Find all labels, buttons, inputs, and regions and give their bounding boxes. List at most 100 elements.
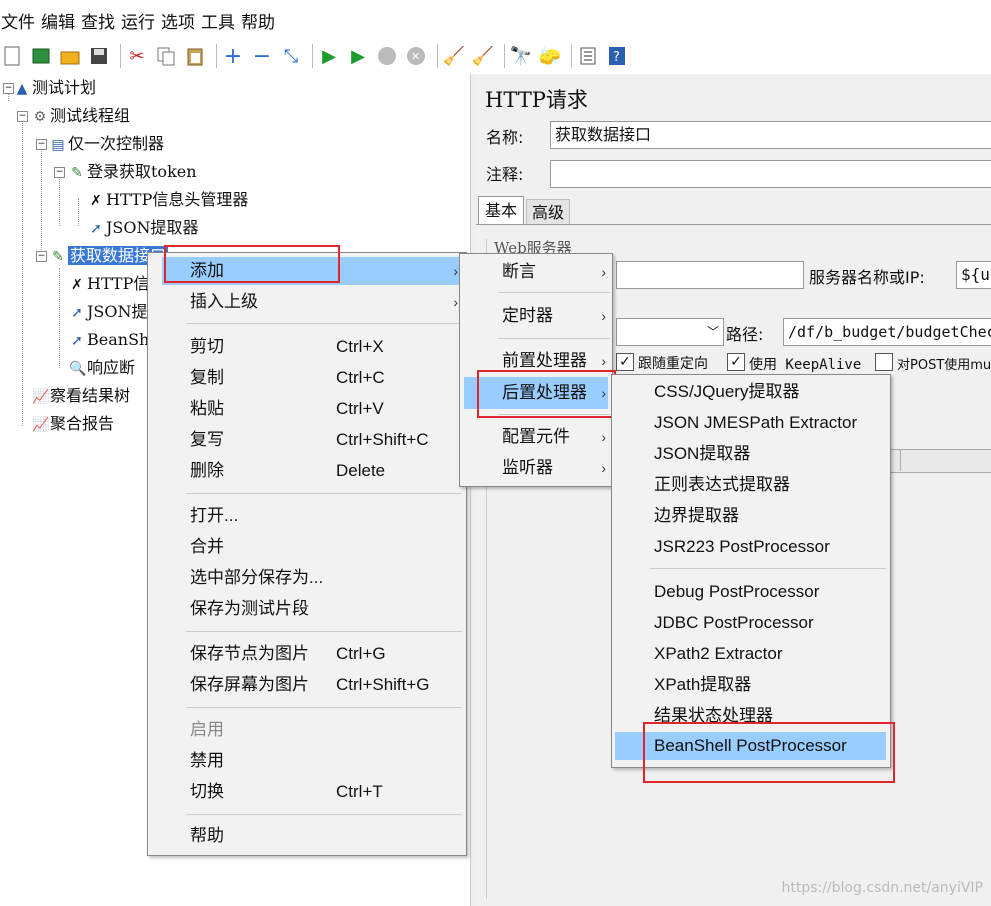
new-icon[interactable] xyxy=(0,44,24,68)
highlight-annotation xyxy=(643,722,895,783)
post-multipart-checkbox[interactable] xyxy=(875,353,893,371)
menu-item-copy[interactable]: 复制 Ctrl+C xyxy=(190,364,460,392)
paste-icon[interactable] xyxy=(183,44,207,68)
open-icon[interactable] xyxy=(58,44,82,68)
follow-redirect-checkbox[interactable]: ✓ xyxy=(616,353,634,371)
post-processor-icon: ➚ xyxy=(71,333,83,349)
chevron-down-icon: ﹀ xyxy=(706,325,719,339)
tree-node-json-extractor-2[interactable]: ➚ JSON提 xyxy=(69,299,147,325)
menu-help[interactable]: 帮助 xyxy=(240,9,280,37)
menu-run[interactable]: 运行 xyxy=(120,9,160,37)
tree-node-beanshell[interactable]: ➚ BeanSh xyxy=(69,327,149,353)
menu-item-disable[interactable]: 禁用 xyxy=(190,747,224,775)
tree-node-test-plan[interactable]: ▲ 测试计划 xyxy=(14,75,96,101)
start-icon[interactable]: ▶ xyxy=(317,44,341,68)
menu-item-save-node-image[interactable]: 保存节点为图片 Ctrl+G xyxy=(190,640,460,668)
tree-node-json-extractor[interactable]: ➚ JSON提取器 xyxy=(88,215,198,241)
collapse-toggle[interactable]: − xyxy=(17,111,28,122)
save-icon[interactable] xyxy=(87,44,111,68)
clear-icon[interactable]: 🧹 xyxy=(442,44,466,68)
menubar: 文件 编辑 查找 运行 选项 工具 帮助 xyxy=(0,9,280,37)
menu-item-insert-parent[interactable]: 插入上级 › xyxy=(162,288,462,316)
menu-item-jdbc[interactable]: JDBC PostProcessor xyxy=(654,609,814,637)
server-field[interactable]: ${ur xyxy=(956,261,991,289)
function-helper-icon[interactable] xyxy=(576,44,600,68)
collapse-toggle[interactable]: − xyxy=(36,139,47,150)
menu-item-merge[interactable]: 合并 xyxy=(190,533,224,561)
context-menu: 添加 › 插入上级 › 剪切 Ctrl+X 复制 Ctrl+C 粘贴 Ctrl+V 复写 C… xyxy=(147,252,467,856)
menu-item-config-element[interactable]: 配置元件 › xyxy=(464,423,608,451)
path-field[interactable]: /df/b_budget/budgetChec xyxy=(783,318,991,346)
menu-item-regex-extractor[interactable]: 正则表达式提取器 xyxy=(654,471,790,499)
keepalive-checkbox[interactable]: ✓ xyxy=(727,353,745,371)
stop-icon[interactable] xyxy=(375,44,399,68)
chevron-right-icon: › xyxy=(601,264,606,280)
tree-node-aggregate-report[interactable]: 📈聚合报告 xyxy=(32,411,114,437)
templates-icon[interactable] xyxy=(29,44,53,68)
method-select[interactable]: ﹀ xyxy=(616,318,724,346)
menu-item-delete[interactable]: 删除 Delete xyxy=(190,457,460,485)
cut-icon[interactable]: ✂ xyxy=(125,44,149,68)
menu-options[interactable]: 选项 xyxy=(160,9,200,37)
menu-item-timer[interactable]: 定时器 › xyxy=(464,302,608,330)
collapse-toggle[interactable]: − xyxy=(3,83,14,94)
menu-separator xyxy=(498,292,610,293)
menu-edit[interactable]: 编辑 xyxy=(40,9,80,37)
protocol-field[interactable] xyxy=(616,261,804,289)
toolbar-separator xyxy=(571,44,572,68)
menu-item-save-fragment[interactable]: 保存为测试片段 xyxy=(190,595,309,623)
post-processor-icon: ➚ xyxy=(71,305,83,321)
reset-search-icon[interactable]: 🧽 xyxy=(538,44,562,68)
collapse-toggle[interactable]: − xyxy=(36,251,47,262)
menu-item-save-screen-image[interactable]: 保存屏幕为图片 Ctrl+Shift+G xyxy=(190,671,460,699)
tree-node-http-header-manager[interactable]: ✗ HTTP信息头管理器 xyxy=(88,187,248,213)
collapse-toggle[interactable]: − xyxy=(54,167,65,178)
menu-item-xpath[interactable]: XPath提取器 xyxy=(654,671,751,699)
tree-node-assertion[interactable]: 🔍响应断 xyxy=(69,355,135,381)
menu-item-debug[interactable]: Debug PostProcessor xyxy=(654,578,819,606)
menu-file[interactable]: 文件 xyxy=(0,9,40,37)
name-label: 名称: xyxy=(486,128,524,147)
comment-field[interactable] xyxy=(550,160,991,188)
menu-item-json-extractor[interactable]: JSON提取器 xyxy=(654,440,750,468)
chevron-right-icon: › xyxy=(453,294,458,310)
help-icon[interactable]: ? xyxy=(605,44,629,68)
menu-item-open[interactable]: 打开... xyxy=(190,502,238,530)
start-no-pause-icon[interactable]: ▶ xyxy=(346,44,370,68)
menu-separator xyxy=(498,338,610,339)
menu-item-assertion[interactable]: 断言 › xyxy=(464,258,608,286)
tab-basic[interactable]: 基本 xyxy=(478,196,524,225)
toggle-icon[interactable]: ⤡ xyxy=(279,44,303,68)
menu-item-enable[interactable]: 启用 xyxy=(190,716,224,744)
search-icon[interactable]: 🔭 xyxy=(509,44,533,68)
post-processor-submenu: CSS/JQuery提取器 JSON JMESPath Extractor JS… xyxy=(611,374,891,768)
collapse-icon[interactable]: − xyxy=(250,44,274,69)
tree-node-result-tree[interactable]: 📈察看结果树 xyxy=(32,383,130,409)
menu-tools[interactable]: 工具 xyxy=(200,9,240,37)
menu-search[interactable]: 查找 xyxy=(80,9,120,37)
menu-item-listener[interactable]: 监听器 › xyxy=(464,454,608,482)
menu-item-toggle[interactable]: 切换 Ctrl+T xyxy=(190,778,460,806)
tree-node-login[interactable]: ✎ 登录获取token xyxy=(69,159,196,185)
tree-line xyxy=(22,114,23,426)
menu-item-json-jmespath[interactable]: JSON JMESPath Extractor xyxy=(654,409,857,437)
expand-icon[interactable]: + xyxy=(221,44,245,69)
menu-item-xpath2[interactable]: XPath2 Extractor xyxy=(654,640,783,668)
tree-node-http-header-manager-2[interactable]: ✗ HTTP信 xyxy=(69,271,149,297)
menu-item-help[interactable]: 帮助 xyxy=(190,822,224,850)
menu-item-css-jquery[interactable]: CSS/JQuery提取器 xyxy=(654,378,799,406)
menu-item-jsr223[interactable]: JSR223 PostProcessor xyxy=(654,533,830,561)
clear-all-icon[interactable]: 🧹 xyxy=(471,44,495,68)
tab-advanced[interactable]: 高级 xyxy=(526,199,570,225)
copy-icon[interactable] xyxy=(154,44,178,68)
tree-node-thread-group[interactable]: ⚙ 测试线程组 xyxy=(32,103,130,129)
shutdown-icon[interactable]: ✕ xyxy=(404,44,428,68)
menu-item-paste[interactable]: 粘贴 Ctrl+V xyxy=(190,395,460,423)
menu-item-save-selection[interactable]: 选中部分保存为... xyxy=(190,564,323,592)
menu-item-boundary-extractor[interactable]: 边界提取器 xyxy=(654,502,739,530)
menu-item-duplicate[interactable]: 复写 Ctrl+Shift+C xyxy=(190,426,460,454)
menu-item-cut[interactable]: 剪切 Ctrl+X xyxy=(190,333,460,361)
tree-line xyxy=(41,142,42,254)
tree-node-once-controller[interactable]: ▤ 仅一次控制器 xyxy=(50,131,164,157)
name-field[interactable]: 获取数据接口 xyxy=(550,121,991,149)
